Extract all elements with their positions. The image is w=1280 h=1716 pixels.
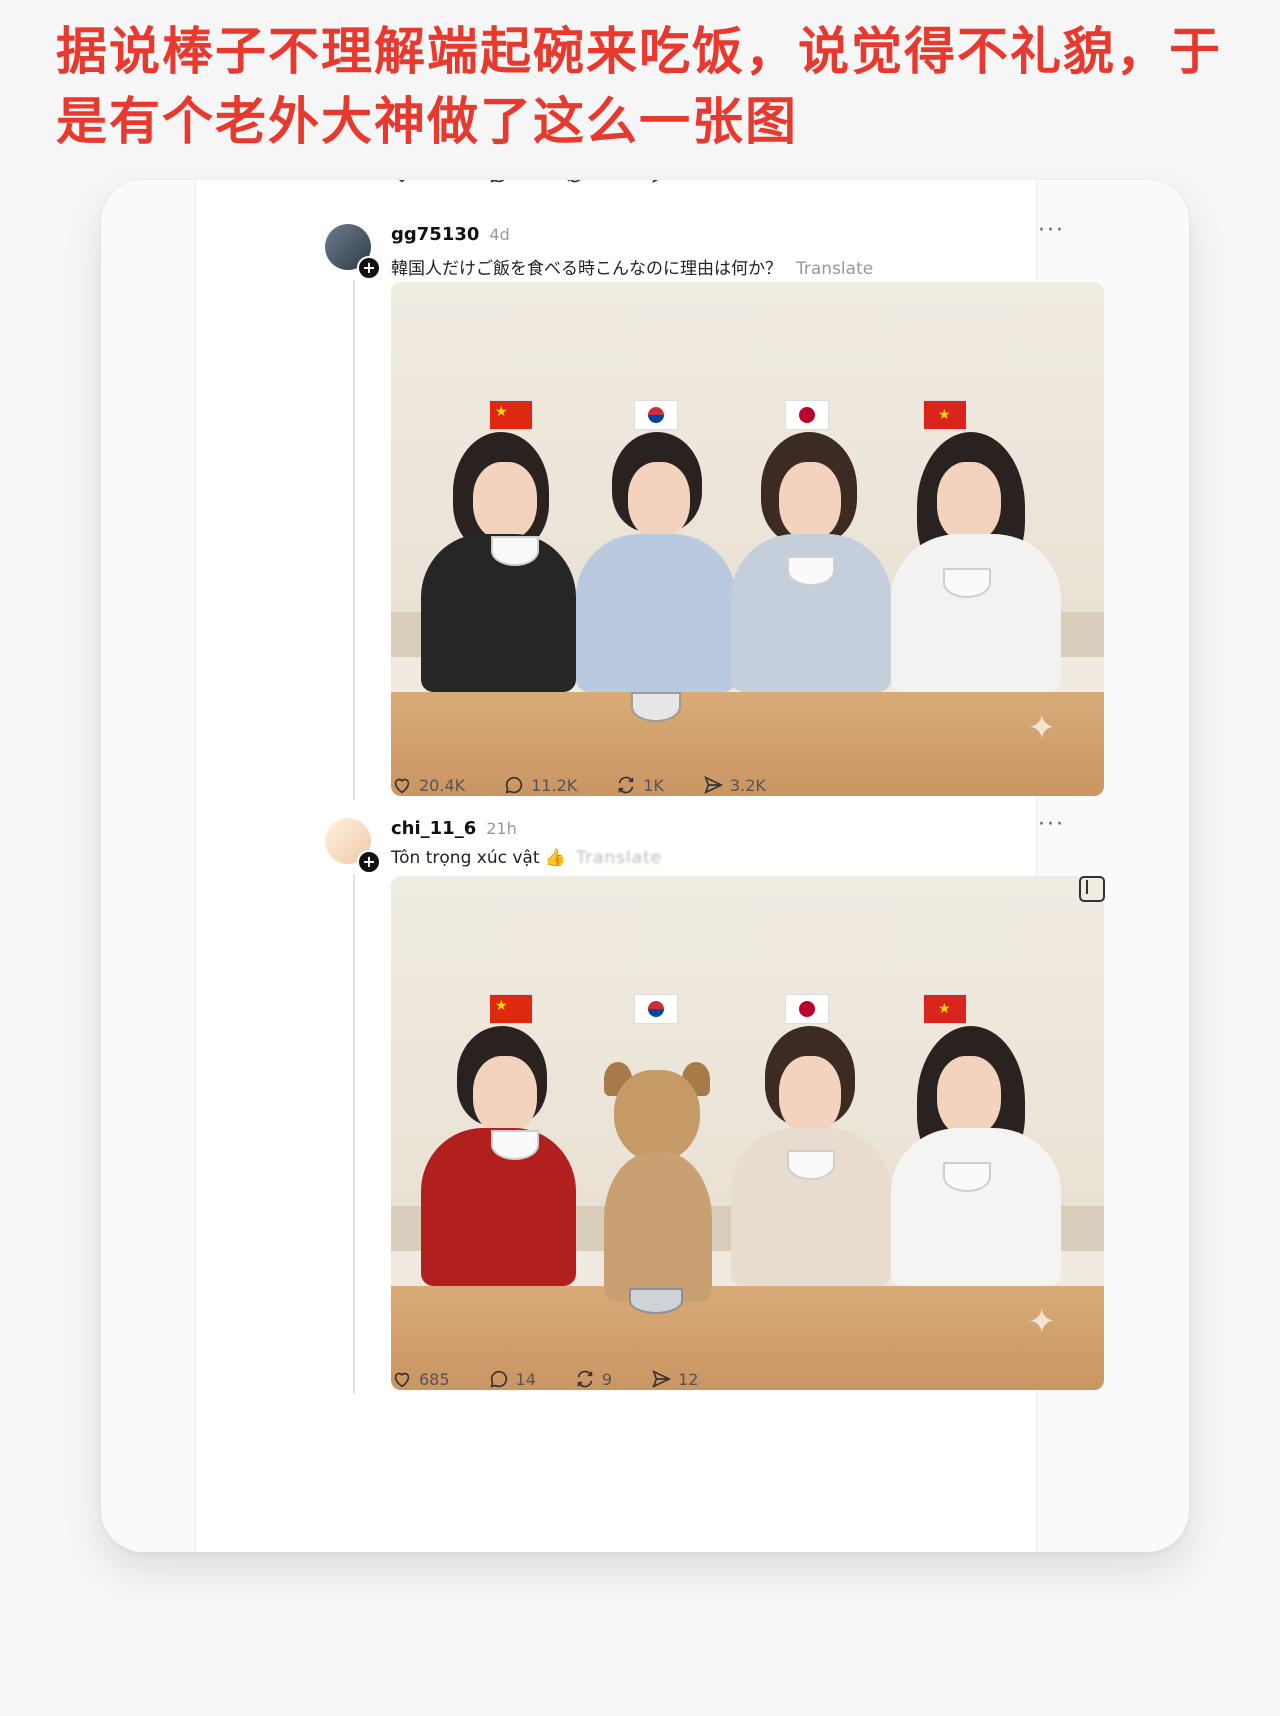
heart-icon: [394, 1372, 410, 1388]
thread-line: [353, 280, 355, 800]
repost-button[interactable]: 9: [574, 1368, 612, 1390]
translate-link[interactable]: Translate: [796, 259, 873, 279]
china-flag: ★: [489, 400, 533, 430]
like-button[interactable]: 20.4K: [391, 774, 465, 796]
repost-count: 9: [601, 1369, 613, 1389]
comment-count: 11.2K: [531, 775, 578, 795]
post-time: 4d: [489, 225, 510, 244]
comment-button[interactable]: 14: [488, 1368, 536, 1390]
korea-flag: [634, 400, 678, 430]
vietnam-flag: ★: [923, 400, 967, 430]
plus-icon[interactable]: +: [357, 256, 381, 280]
thread-line: [353, 874, 355, 1394]
dog-bowl: [629, 1288, 683, 1314]
post-text: Tôn trọng xúc vật 👍 Translate: [391, 848, 663, 868]
share-icon: [652, 1370, 672, 1388]
username[interactable]: chi_11_6 21h: [391, 818, 517, 839]
comment-icon: [490, 180, 505, 183]
repost-count: 1K: [643, 775, 664, 795]
headline-caption: 据说棒子不理解端起碗来吃饭，说觉得不礼貌，于是有个老外大神做了这么一张图: [56, 23, 1223, 152]
comment-icon: [490, 1370, 507, 1388]
china-flag: ★: [489, 994, 533, 1024]
heart-icon: [399, 180, 405, 183]
panel-icon[interactable]: [1079, 876, 1105, 902]
share-button[interactable]: 12: [650, 180, 698, 185]
comment-icon: [505, 776, 523, 794]
share-button[interactable]: 12: [650, 1368, 698, 1390]
plus-icon[interactable]: +: [357, 850, 381, 874]
repost-count: 13: [592, 180, 612, 184]
sparkle-icon: ✦: [1027, 708, 1057, 748]
repost-icon: [567, 180, 580, 183]
translate-link[interactable]: Translate: [576, 848, 662, 868]
more-icon[interactable]: ···: [1038, 812, 1065, 837]
sparkle-icon: ✦: [1027, 1302, 1057, 1342]
post-actions: 685 14 9 12: [391, 1368, 736, 1390]
korea-flag: [634, 994, 678, 1024]
vietnam-flag: ★: [923, 994, 967, 1024]
post-actions: 20.4K 11.2K 1K 3.2K: [391, 774, 804, 796]
like-count: 685: [419, 1369, 450, 1389]
heart-icon: [394, 778, 410, 794]
repost-button[interactable]: 1K: [615, 774, 664, 796]
repost-icon: [619, 776, 634, 794]
post-image[interactable]: ★ ★ ✦: [391, 282, 1104, 796]
post-text: 韓国人だけご飯を食べる時こんなのに理由は何か？ Translate: [391, 259, 874, 279]
share-count: 12: [678, 1369, 699, 1389]
comment-button[interactable]: 1: [488, 180, 526, 185]
comment-button[interactable]: 11.2K: [503, 774, 577, 796]
share-icon: [704, 776, 724, 794]
like-count: 20.4K: [419, 775, 466, 795]
japan-flag: [785, 994, 829, 1024]
share-button[interactable]: 3.2K: [702, 774, 766, 796]
post-header: + gg75130 4d ··· 韓国人だけご飯を食べる時こんなのに理由は何か？ T…: [325, 218, 1105, 284]
share-count: 12: [678, 180, 698, 184]
post-image[interactable]: ★ ★ ✦: [391, 876, 1104, 1390]
tablet-frame: 320 1 13 12 + gg751304d ··· 韓国人だけご飯を食べる時…: [101, 180, 1189, 1552]
like-button[interactable]: 685: [391, 1368, 450, 1390]
post-header: + chi_11_6 21h ··· Tôn trọng xúc vật 👍 Tra…: [325, 812, 1105, 878]
more-icon[interactable]: ···: [1038, 218, 1065, 243]
repost-icon: [577, 1370, 593, 1388]
like-button[interactable]: 320: [391, 180, 450, 185]
top-actions: 320 1 13 12: [391, 180, 736, 185]
post-time: 21h: [486, 819, 517, 838]
username[interactable]: gg75130 4d: [391, 224, 510, 245]
share-icon: [652, 180, 659, 183]
like-count: 320: [419, 180, 450, 184]
share-count: 3.2K: [729, 775, 766, 795]
comment-count: 14: [515, 1369, 536, 1389]
center-bowl: [631, 692, 681, 722]
comment-count: 1: [516, 180, 526, 184]
repost-button[interactable]: 13: [564, 180, 612, 185]
japan-flag: [785, 400, 829, 430]
